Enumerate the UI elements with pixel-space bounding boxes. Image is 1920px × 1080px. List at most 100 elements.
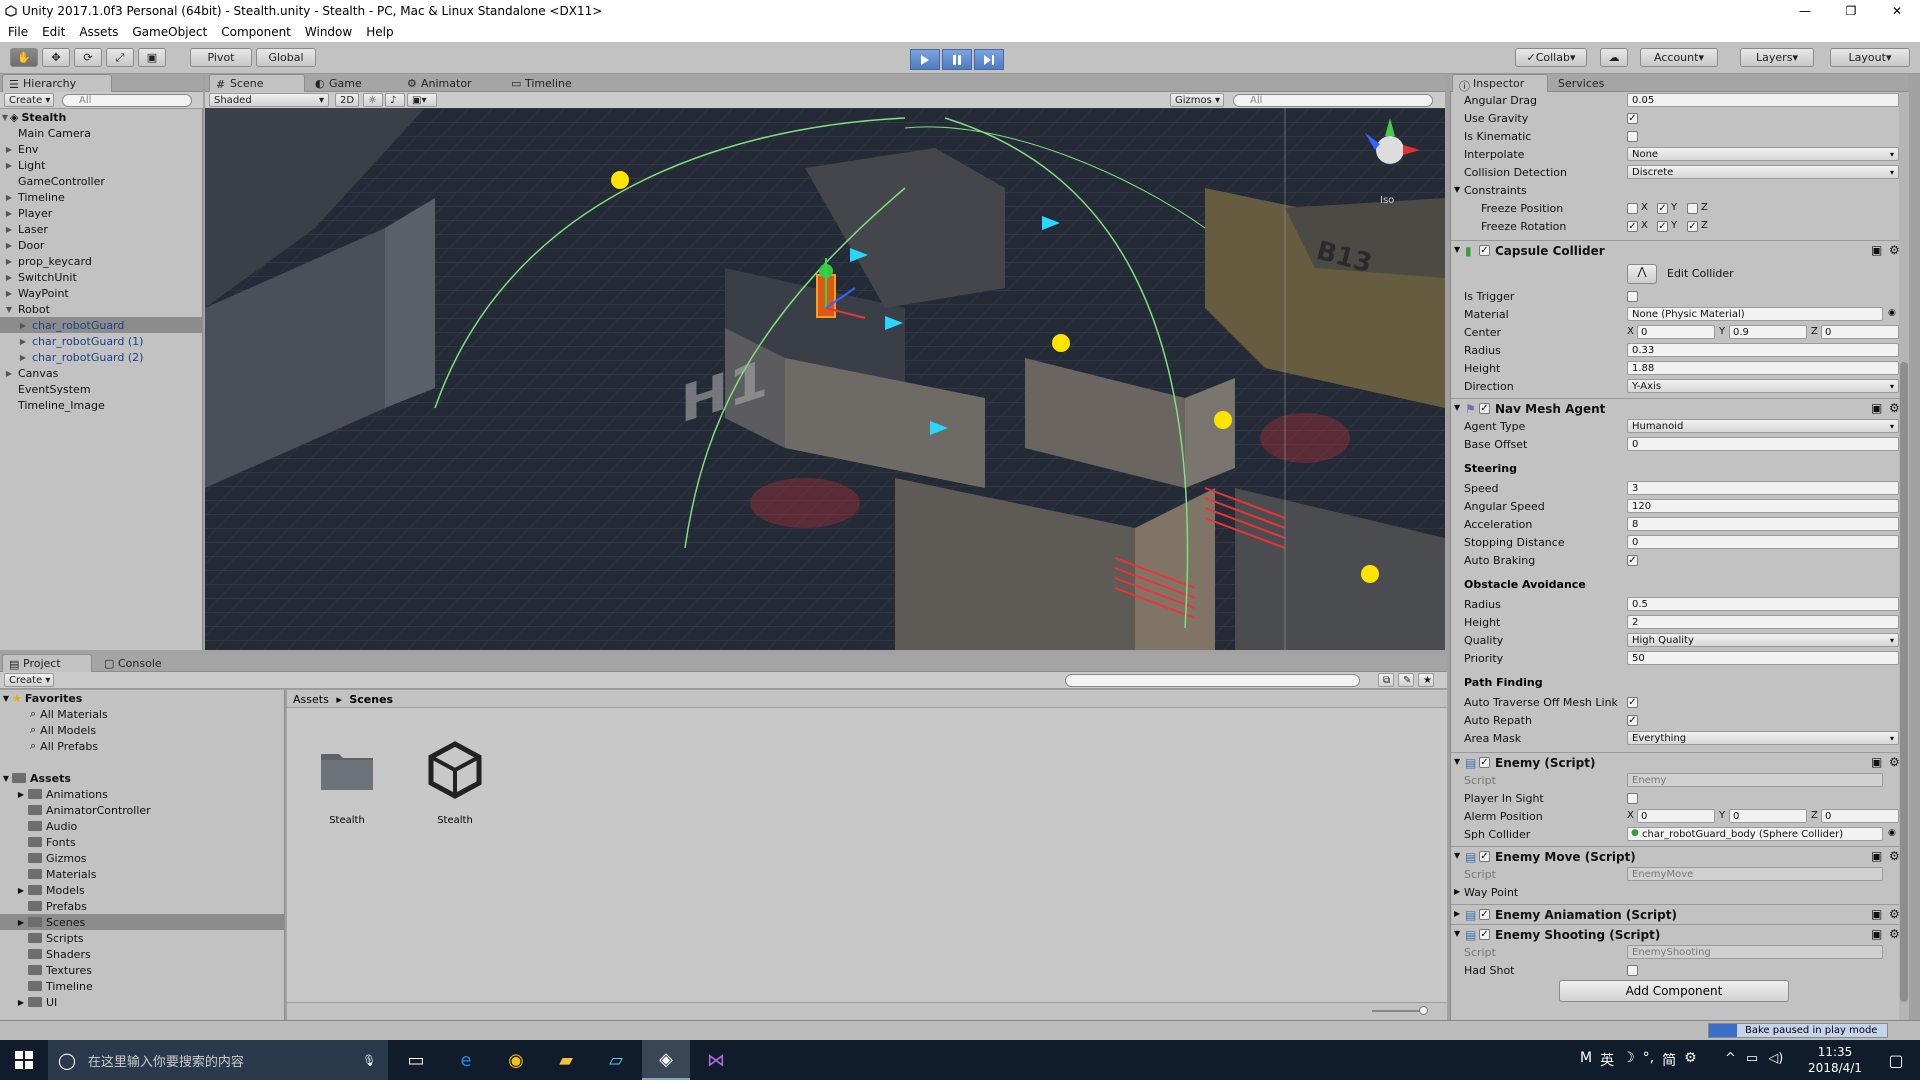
scene-search-input[interactable]: All	[1233, 94, 1433, 107]
freeze-rot-z-checkbox[interactable]: ✓	[1687, 221, 1698, 232]
notification-icon[interactable]: ▢	[1872, 1040, 1920, 1080]
scrollbar-thumb[interactable]	[1900, 362, 1908, 1002]
alarm-x-field[interactable]: 0	[1637, 809, 1715, 823]
expand-arrow-icon[interactable]: ▼	[4, 305, 14, 314]
hierarchy-item[interactable]: ▶ SwitchUnit	[0, 269, 203, 285]
angular-speed-field[interactable]: 120	[1627, 499, 1899, 513]
height-field[interactable]: 1.88	[1627, 361, 1899, 375]
tab-console[interactable]: ▢ Console	[98, 654, 188, 672]
windows-start-icon[interactable]	[0, 1040, 48, 1080]
layers-dropdown[interactable]: Layers ▾	[1740, 48, 1814, 67]
breadcrumb-assets[interactable]: Assets	[293, 693, 329, 706]
asset-item-folder[interactable]: Stealth	[317, 740, 377, 830]
asset-folder-item[interactable]: AnimatorController	[0, 802, 285, 818]
freeze-pos-z-checkbox[interactable]	[1687, 203, 1698, 214]
area-mask-dropdown[interactable]: Everything	[1627, 731, 1899, 745]
speed-field[interactable]: 3	[1627, 481, 1899, 495]
menu-window[interactable]: Window	[297, 25, 358, 39]
clock[interactable]: 11:35 2018/4/1	[1800, 1044, 1870, 1076]
hierarchy-item[interactable]: ▶ char_robotGuard (2)	[0, 349, 203, 365]
expand-arrow-icon[interactable]: ▶	[18, 321, 28, 330]
alarm-z-field[interactable]: 0	[1821, 809, 1899, 823]
agent-type-dropdown[interactable]: Humanoid	[1627, 419, 1899, 433]
auto-braking-checkbox[interactable]: ✓	[1627, 555, 1638, 566]
hand-tool-icon[interactable]: ✋	[10, 48, 38, 67]
tab-timeline[interactable]: ▭ Timeline	[505, 74, 595, 92]
scale-tool-icon[interactable]: ⤢	[106, 48, 134, 67]
lighting-icon[interactable]: ☼	[363, 93, 383, 107]
visual-studio-icon[interactable]: ⋈	[692, 1040, 740, 1080]
expand-arrow-icon[interactable]: ▶	[18, 337, 28, 346]
collab-dropdown[interactable]: ✓ Collab ▾	[1515, 48, 1587, 67]
close-button[interactable]: ✕	[1874, 0, 1920, 22]
asset-item-scene[interactable]: Stealth	[425, 740, 485, 830]
layout-dropdown[interactable]: Layout ▾	[1830, 48, 1910, 67]
file-explorer-icon[interactable]: ▰	[542, 1040, 590, 1080]
favorite-star-icon[interactable]: ★	[1418, 673, 1434, 687]
play-button[interactable]	[910, 49, 940, 70]
asset-folder-item[interactable]: ▶ Scenes	[0, 914, 285, 930]
enemy-shooting-enabled-checkbox[interactable]: ✓	[1479, 929, 1490, 940]
gizmos-dropdown[interactable]: Gizmos ▾	[1170, 93, 1224, 107]
hierarchy-item[interactable]: Timeline_Image	[0, 397, 203, 413]
hierarchy-scene-row[interactable]: ▼ ◈ Stealth	[0, 109, 203, 125]
obstacle-height-field[interactable]: 2	[1627, 615, 1899, 629]
help-icon[interactable]: ▣	[1871, 927, 1882, 941]
asset-folder-item[interactable]: Fonts	[0, 834, 285, 850]
hierarchy-item[interactable]: ▶ WayPoint	[0, 285, 203, 301]
hierarchy-item[interactable]: ▶ Timeline	[0, 189, 203, 205]
hierarchy-item[interactable]: ▶ Canvas	[0, 365, 203, 381]
capsule-collider-header[interactable]: ▼ ▮ ✓ Capsule Collider ▣ ⚙	[1451, 240, 1909, 260]
assets-row[interactable]: ▼ Assets	[0, 770, 285, 786]
help-icon[interactable]: ▣	[1871, 243, 1882, 257]
favorite-item[interactable]: ⌕ All Materials	[0, 706, 285, 722]
freeze-rot-y-checkbox[interactable]: ✓	[1657, 221, 1668, 232]
expand-arrow-icon[interactable]: ▶	[4, 289, 14, 298]
minimize-button[interactable]: —	[1782, 0, 1828, 22]
object-picker-icon[interactable]: ◉	[1888, 828, 1896, 838]
center-x-field[interactable]: 0	[1637, 325, 1715, 339]
enemy-move-header[interactable]: ▼ ▤ ✓ Enemy Move (Script) ▣ ⚙	[1451, 846, 1909, 866]
direction-dropdown[interactable]: Y-Axis	[1627, 379, 1899, 393]
hierarchy-item[interactable]: ▶ prop_keycard	[0, 253, 203, 269]
hierarchy-item[interactable]: Main Camera	[0, 125, 203, 141]
had-shot-checkbox[interactable]	[1627, 965, 1638, 976]
zoom-slider-handle[interactable]	[1419, 1006, 1428, 1015]
freeze-rot-x-checkbox[interactable]: ✓	[1627, 221, 1638, 232]
asset-folder-item[interactable]: Scripts	[0, 930, 285, 946]
menu-edit[interactable]: Edit	[34, 25, 71, 39]
expand-arrow-icon[interactable]: ▶	[4, 161, 14, 170]
stopping-distance-field[interactable]: 0	[1627, 535, 1899, 549]
ime-tray[interactable]: M 英 ☽ °, 简 ⚙	[1580, 1050, 1697, 1070]
radius-field[interactable]: 0.33	[1627, 343, 1899, 357]
enemy-anim-enabled-checkbox[interactable]: ✓	[1479, 909, 1490, 920]
help-icon[interactable]: ▣	[1871, 755, 1882, 769]
tab-inspector[interactable]: ⓘ Inspector	[1452, 74, 1548, 93]
nav-enabled-checkbox[interactable]: ✓	[1479, 403, 1490, 414]
interpolate-dropdown[interactable]: None	[1627, 147, 1899, 161]
expand-arrow-icon[interactable]: ▶	[0, 918, 28, 927]
shading-dropdown[interactable]: Shaded ▾	[209, 93, 329, 107]
hierarchy-item[interactable]: ▶ char_robotGuard (1)	[0, 333, 203, 349]
base-offset-field[interactable]: 0	[1627, 437, 1899, 451]
move-tool-icon[interactable]: ✥	[42, 48, 70, 67]
sph-collider-field[interactable]: char_robotGuard_body (Sphere Collider)	[1627, 827, 1883, 841]
system-tray[interactable]: ^ ▭ ◁)	[1725, 1051, 1783, 1066]
chrome-browser-icon[interactable]: ◉	[492, 1040, 540, 1080]
angular-drag-field[interactable]: 0.05	[1627, 93, 1899, 107]
global-toggle[interactable]: Global	[256, 48, 316, 67]
asset-folder-item[interactable]: Prefabs	[0, 898, 285, 914]
inspector-scrollbar[interactable]	[1899, 92, 1909, 1020]
capsule-enabled-checkbox[interactable]: ✓	[1479, 245, 1490, 256]
menu-help[interactable]: Help	[358, 25, 399, 39]
unity-taskbar-icon[interactable]: ◈	[642, 1040, 690, 1080]
asset-folder-item[interactable]: Gizmos	[0, 850, 285, 866]
tab-hierarchy[interactable]: ☰ Hierarchy	[2, 74, 112, 92]
expand-arrow-icon[interactable]: ▶	[0, 886, 28, 895]
asset-folder-item[interactable]: Textures	[0, 962, 285, 978]
edge-browser-icon[interactable]: e	[442, 1040, 490, 1080]
expand-arrow-icon[interactable]: ▶	[4, 369, 14, 378]
hierarchy-item[interactable]: EventSystem	[0, 381, 203, 397]
hierarchy-item[interactable]: ▶ char_robotGuard	[0, 317, 203, 333]
expand-arrow-icon[interactable]: ▶	[4, 145, 14, 154]
